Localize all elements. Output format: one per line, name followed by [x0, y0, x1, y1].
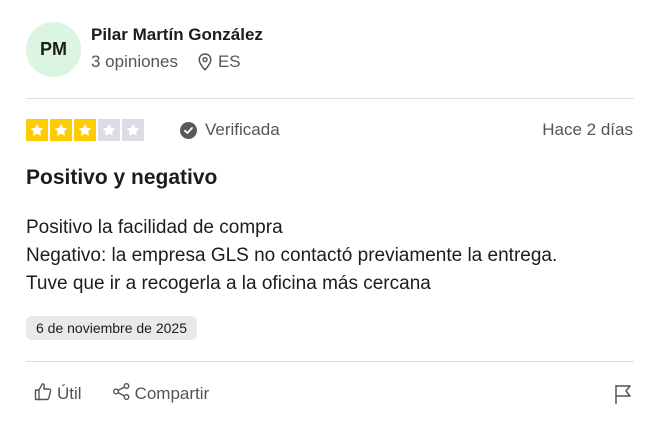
star-icon	[50, 119, 72, 141]
verified-label: Verificada	[205, 120, 280, 139]
star-icon	[26, 119, 48, 141]
location-pin-icon	[198, 53, 212, 71]
star-icon	[74, 119, 96, 141]
reviewer-name[interactable]: Pilar Martín González	[91, 25, 263, 45]
useful-label: Útil	[57, 384, 82, 403]
star-rating	[26, 119, 144, 141]
avatar[interactable]: PM	[26, 22, 81, 77]
review-body-line: Positivo la facilidad de compra	[26, 217, 283, 238]
review-body-line: Negativo: la empresa GLS no contactó pre…	[26, 245, 558, 266]
verified-badge[interactable]: Verificada	[180, 120, 280, 140]
review-body: Positivo la facilidad de compra Negativo…	[26, 214, 557, 298]
report-flag-button[interactable]	[613, 383, 633, 410]
avatar-initials: PM	[40, 39, 67, 59]
relative-date: Hace 2 días	[542, 120, 633, 139]
experience-date-badge: 6 de noviembre de 2025	[26, 316, 197, 340]
verified-check-icon	[180, 121, 197, 139]
review-title: Positivo y negativo	[26, 166, 218, 189]
thumbs-up-icon	[34, 382, 57, 406]
divider-bottom	[26, 361, 634, 362]
useful-button[interactable]: Útil	[34, 382, 82, 406]
star-icon	[98, 119, 120, 141]
star-icon	[122, 119, 144, 141]
share-icon	[112, 382, 135, 406]
review-body-line: Tuve que ir a recogerla a la oficina más…	[26, 273, 431, 294]
review-actions: Útil Compartir	[34, 382, 209, 406]
reviewer-meta: 3 opiniones ES	[91, 52, 241, 72]
share-label: Compartir	[134, 384, 210, 403]
reviewer-country: ES	[217, 52, 241, 71]
share-button[interactable]: Compartir	[112, 382, 210, 406]
divider-top	[26, 98, 634, 99]
reviews-count: 3 opiniones	[91, 52, 178, 71]
flag-icon	[613, 385, 633, 409]
